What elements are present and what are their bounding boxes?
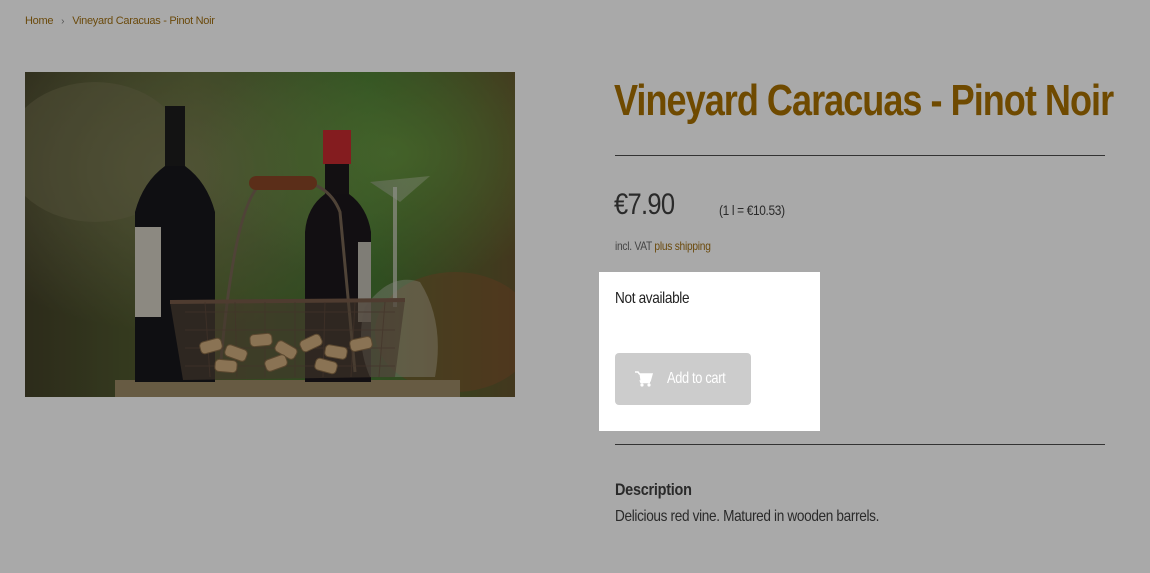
shopping-cart-icon	[635, 371, 653, 387]
availability-status: Not available	[615, 290, 690, 307]
product-title: Vineyard Caracuas - Pinot Noir	[614, 76, 1114, 125]
vat-label: incl. VAT	[615, 239, 652, 253]
unit-price: (1 l = €10.53)	[719, 202, 785, 218]
vat-info: incl. VAT plus shipping	[615, 239, 711, 253]
divider	[615, 155, 1105, 156]
breadcrumb-current-link[interactable]: Vineyard Caracuas - Pinot Noir	[72, 15, 215, 27]
cart-panel: Not available Add to cart	[599, 272, 820, 431]
chevron-right-icon: ›	[61, 15, 65, 27]
description-heading: Description	[615, 480, 692, 499]
shipping-link[interactable]: plus shipping	[654, 239, 710, 253]
add-to-cart-label: Add to cart	[667, 370, 726, 387]
product-image[interactable]	[25, 72, 515, 397]
breadcrumb: Home › Vineyard Caracuas - Pinot Noir	[25, 15, 215, 27]
product-price: €7.90	[614, 188, 675, 221]
divider	[615, 444, 1105, 445]
add-to-cart-button[interactable]: Add to cart	[615, 353, 751, 405]
description-text: Delicious red vine. Matured in wooden ba…	[615, 508, 880, 525]
breadcrumb-home-link[interactable]: Home	[25, 15, 53, 27]
product-page: Home › Vineyard Caracuas - Pinot Noir Vi…	[0, 0, 1150, 573]
